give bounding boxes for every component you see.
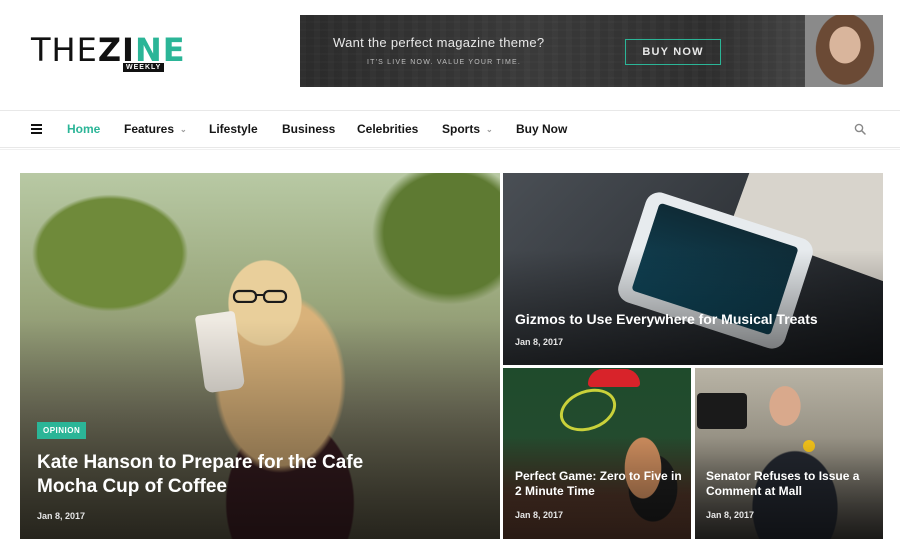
site-header: THEZINE WEEKLY Want the perfect magazine… xyxy=(0,0,900,110)
nav-label-lifestyle: Lifestyle xyxy=(209,122,258,136)
hamburger-icon[interactable] xyxy=(31,124,42,134)
article-title[interactable]: Kate Hanson to Prepare for the Cafe Moch… xyxy=(37,451,417,500)
article-date: Jan 8, 2017 xyxy=(515,337,564,347)
nav-label-features: Features xyxy=(124,122,175,136)
nav-label-buy-now: Buy Now xyxy=(516,122,568,136)
nav-label-celebrities: Celebrities xyxy=(357,122,419,136)
nav-label-home: Home xyxy=(67,122,101,136)
banner-headline: Want the perfect magazine theme? xyxy=(333,35,545,50)
nav-label-business: Business xyxy=(282,122,336,136)
article-title[interactable]: Senator Refuses to Issue a Comment at Ma… xyxy=(706,469,878,500)
main-navigation: Home Features ⌄ Lifestyle Business Celebr… xyxy=(0,110,900,148)
featured-article-main[interactable]: OPINION Kate Hanson to Prepare for the C… xyxy=(20,173,500,539)
logo-the: THE xyxy=(31,31,98,69)
article-title[interactable]: Perfect Game: Zero to Five in 2 Minute T… xyxy=(515,469,683,500)
site-logo[interactable]: THEZINE WEEKLY xyxy=(31,33,186,73)
featured-article-bottom-left[interactable]: Perfect Game: Zero to Five in 2 Minute T… xyxy=(503,368,691,539)
chevron-down-icon: ⌄ xyxy=(486,125,493,134)
nav-item-home[interactable]: Home xyxy=(67,111,100,147)
ad-banner[interactable]: Want the perfect magazine theme? IT'S LI… xyxy=(300,15,883,87)
category-badge[interactable]: OPINION xyxy=(37,422,87,439)
article-date: Jan 8, 2017 xyxy=(37,511,86,521)
banner-buy-now-button[interactable]: BUY NOW xyxy=(625,39,721,65)
nav-item-sports[interactable]: Sports ⌄ xyxy=(442,111,493,147)
nav-item-features[interactable]: Features ⌄ xyxy=(124,111,187,147)
nav-item-business[interactable]: Business xyxy=(282,111,335,147)
nav-item-buy-now[interactable]: Buy Now xyxy=(516,111,567,147)
featured-article-bottom-right[interactable]: Senator Refuses to Issue a Comment at Ma… xyxy=(695,368,883,539)
banner-subline: IT'S LIVE NOW. VALUE YOUR TIME. xyxy=(367,59,522,66)
banner-city-background xyxy=(300,15,883,87)
article-date: Jan 8, 2017 xyxy=(515,510,564,520)
search-icon[interactable] xyxy=(854,123,866,135)
nav-item-lifestyle[interactable]: Lifestyle xyxy=(209,111,258,147)
nav-divider xyxy=(0,149,900,150)
nav-label-sports: Sports xyxy=(442,122,481,136)
featured-article-top-right[interactable]: Gizmos to Use Everywhere for Musical Tre… xyxy=(503,173,883,365)
article-title[interactable]: Gizmos to Use Everywhere for Musical Tre… xyxy=(515,311,865,329)
chevron-down-icon: ⌄ xyxy=(180,125,187,134)
article-date: Jan 8, 2017 xyxy=(706,510,755,520)
banner-model-image xyxy=(805,15,883,87)
logo-badge: WEEKLY xyxy=(123,63,165,72)
logo-wordmark: THEZINE xyxy=(31,33,186,67)
nav-item-celebrities[interactable]: Celebrities xyxy=(357,111,418,147)
